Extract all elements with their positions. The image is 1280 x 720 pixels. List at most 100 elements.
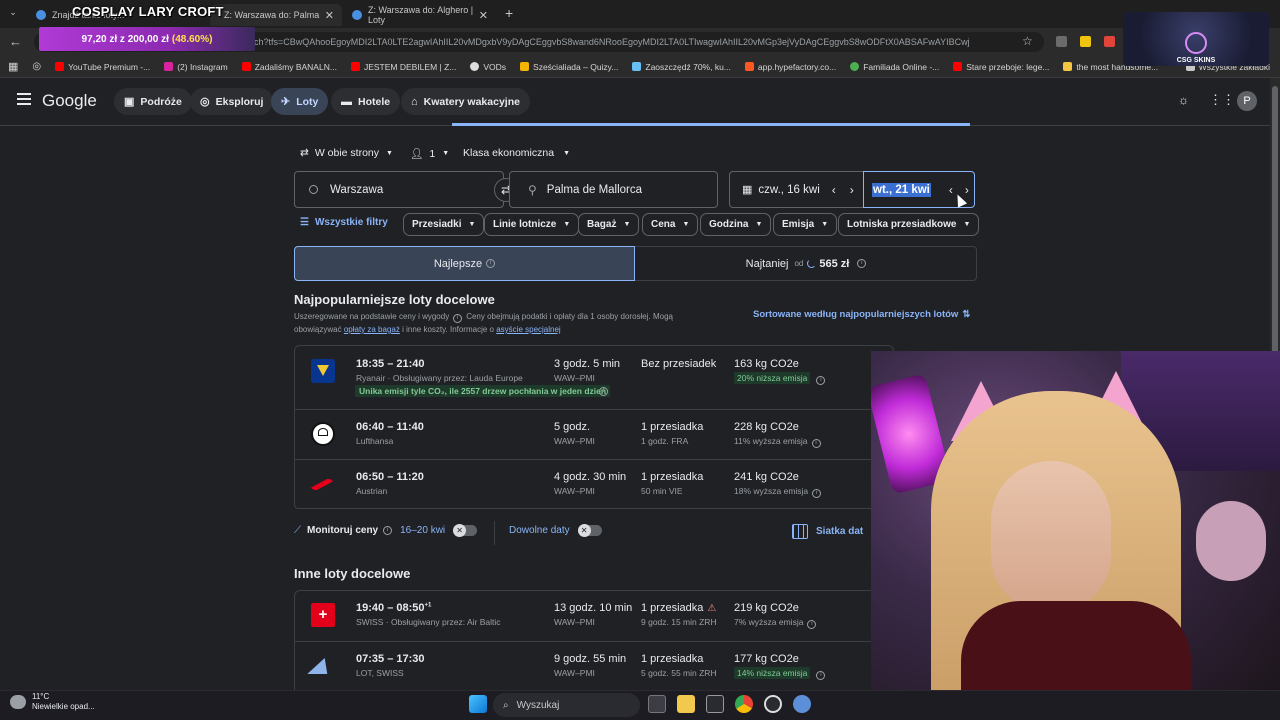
- bookmark-star-icon[interactable]: ☆: [1022, 34, 1033, 48]
- track-dates-toggle[interactable]: ✕: [453, 524, 478, 537]
- swiss-logo-icon: +: [311, 603, 335, 627]
- filter-time[interactable]: Godzina ▼: [700, 213, 772, 236]
- back-icon[interactable]: ←: [9, 34, 22, 49]
- prev-date-icon[interactable]: ‹: [949, 183, 953, 197]
- flight-row[interactable]: 18:35 – 21:40 Ryanair · Obsługiwany prze…: [295, 346, 895, 409]
- next-date-icon[interactable]: ›: [965, 183, 969, 197]
- bookmark-youtube[interactable]: Stare przeboje: lege...: [953, 62, 1049, 72]
- all-filters-button[interactable]: ☰ Wszystkie filtry: [300, 217, 388, 228]
- chrome-icon[interactable]: [735, 695, 753, 713]
- flight-duration: 4 godz. 30 min: [554, 471, 627, 483]
- flight-airline: SWISS · Obsługiwany przez: Air Baltic: [356, 617, 501, 627]
- baggage-fees-link[interactable]: opłaty za bagaż: [344, 325, 400, 334]
- google-logo[interactable]: Google: [42, 91, 97, 111]
- any-dates-toggle[interactable]: ✕: [577, 524, 602, 537]
- flight-duration: 5 godz.: [554, 421, 591, 433]
- extension-icon[interactable]: [1104, 36, 1115, 47]
- flight-row[interactable]: 06:50 – 11:20 Austrian 4 godz. 30 min WA…: [295, 459, 895, 509]
- google-apps-icon[interactable]: ⋮⋮: [1209, 92, 1235, 108]
- flight-row[interactable]: + 19:40 – 08:50+1 SWISS · Obsługiwany pr…: [295, 591, 895, 641]
- bookmark-steam[interactable]: Zaoszczędź 70%, ku...: [632, 62, 731, 72]
- nav-travel[interactable]: ▣ Podróże: [114, 88, 192, 115]
- task-view-icon[interactable]: [648, 695, 666, 713]
- tab-best[interactable]: Najlepsze i: [294, 246, 635, 281]
- bookmark-hypefactory[interactable]: app.hypefactory.co...: [744, 62, 836, 72]
- file-explorer-icon[interactable]: [677, 695, 695, 713]
- flight-airline: Ryanair · Obsługiwany przez: Lauda Europ…: [356, 373, 523, 383]
- filter-price[interactable]: Cena ▼: [642, 213, 699, 236]
- extension-icon[interactable]: [1080, 36, 1091, 47]
- info-icon[interactable]: i: [486, 259, 496, 268]
- nav-explore[interactable]: ◎ Eksploruj: [190, 88, 274, 115]
- sort-order-button[interactable]: Sortowane według najpopularniejszych lot…: [753, 309, 970, 320]
- tab-close-icon[interactable]: ✕: [325, 9, 334, 22]
- flight-co2: 241 kg CO2e: [734, 471, 799, 483]
- browser-tab[interactable]: Z: Warszawa do: Alghero | Loty ✕: [344, 4, 496, 26]
- tab-cheapest[interactable]: Najtaniej od 565 zł i: [635, 246, 977, 281]
- chrome-icon[interactable]: ◎: [32, 61, 41, 72]
- tab-close-icon[interactable]: ✕: [479, 9, 488, 22]
- info-icon[interactable]: i: [812, 489, 822, 498]
- depart-date-field[interactable]: ▦ czw., 16 kwi ‹ ›: [729, 171, 864, 208]
- swap-arrows-icon: ⇄: [300, 147, 309, 159]
- nav-vacation-rentals[interactable]: ⌂ Kwatery wakacyjne: [401, 88, 530, 115]
- results-title: Najpopularniejsze loty docelowe: [294, 292, 495, 307]
- bookmark-youtube[interactable]: JESTEM DEBILEM | Z...: [350, 62, 456, 72]
- info-icon[interactable]: i: [383, 526, 393, 535]
- flight-row[interactable]: 06:40 – 11:40 Lufthansa 5 godz. WAW–PMI …: [295, 409, 895, 459]
- start-icon[interactable]: [469, 695, 487, 713]
- browser-tab-active[interactable]: Z: Warszawa do: Palma de Mall... ✕: [210, 4, 342, 26]
- flight-duration: 3 godz. 5 min: [554, 358, 621, 370]
- filter-emissions[interactable]: Emisja ▼: [773, 213, 838, 236]
- menu-icon[interactable]: [17, 93, 31, 105]
- extension-icon[interactable]: [1056, 36, 1067, 47]
- filter-stops[interactable]: Przesiadki ▼: [403, 213, 485, 236]
- filter-bags[interactable]: Bagaż ▼: [578, 213, 640, 236]
- cabin-class-select[interactable]: Klasa ekonomiczna ▼: [463, 147, 570, 159]
- store-icon[interactable]: [706, 695, 724, 713]
- prev-date-icon[interactable]: ‹: [832, 183, 836, 197]
- weather-temp: 11°C: [32, 692, 50, 701]
- passengers-select[interactable]: 👤︎ 1 ▼: [410, 147, 449, 161]
- avatar[interactable]: P: [1237, 91, 1257, 111]
- bookmark-youtube[interactable]: YouTube Premium -...: [55, 62, 150, 72]
- flight-route: WAW–PMI: [554, 436, 595, 446]
- theme-icon[interactable]: ☼: [1178, 93, 1189, 107]
- cheapest-price: 565 zł: [819, 257, 850, 270]
- info-icon[interactable]: i: [816, 376, 826, 385]
- info-icon[interactable]: i: [807, 620, 817, 629]
- info-icon[interactable]: i: [811, 439, 821, 448]
- bookmark-instagram[interactable]: (2) Instagram: [164, 62, 228, 72]
- bookmark-youtube[interactable]: Zadaliśmy BANALN...: [241, 62, 337, 72]
- emission-note: Unika emisji tyle CO₂, ile 2557 drzew po…: [355, 385, 611, 397]
- info-icon[interactable]: i: [599, 387, 608, 396]
- new-tab-icon[interactable]: +: [505, 5, 513, 21]
- destination-field[interactable]: ⚲ Palma de Mallorca: [509, 171, 718, 208]
- trip-type-select[interactable]: ⇄ W obie strony ▼: [300, 147, 393, 159]
- settings-icon[interactable]: [793, 695, 811, 713]
- filter-airlines[interactable]: Linie lotnicze ▼: [484, 213, 580, 236]
- assistance-link[interactable]: asyście specjalnej: [496, 325, 560, 334]
- dropdown-icon: ▼: [386, 149, 393, 157]
- origin-field[interactable]: Warszawa: [294, 171, 504, 208]
- nav-flights[interactable]: ✈ Loty: [271, 88, 329, 115]
- obs-icon[interactable]: [764, 695, 782, 713]
- info-icon[interactable]: i: [453, 314, 463, 323]
- flight-row[interactable]: 07:35 – 17:30 LOT, SWISS 9 godz. 55 min …: [295, 641, 895, 691]
- next-date-icon[interactable]: ›: [850, 183, 854, 197]
- bookmark-vods[interactable]: VODs: [470, 62, 506, 72]
- filter-connecting-airports[interactable]: Lotniska przesiadkowe ▼: [838, 213, 980, 236]
- bookmarks-bar: ▦ ◎ YouTube Premium -... (2) Instagram Z…: [0, 56, 1280, 78]
- info-icon[interactable]: i: [816, 671, 826, 680]
- apps-icon[interactable]: ▦: [8, 60, 18, 73]
- webcam-streamer-face: [991, 461, 1111, 611]
- info-icon[interactable]: i: [857, 259, 867, 268]
- tab-title: Z: Warszawa do: Palma de Mall...: [224, 10, 322, 20]
- date-grid-button[interactable]: Siatka dat: [792, 524, 863, 539]
- tab-search-icon[interactable]: ⌄: [6, 7, 20, 21]
- nav-hotels[interactable]: ▬ Hotele: [331, 88, 401, 115]
- taskbar-search[interactable]: ⌕ Wyszukaj: [493, 693, 640, 717]
- bookmark-quiz[interactable]: Sześcialiada – Quizy...: [520, 62, 618, 72]
- weather-widget[interactable]: 11°C Niewielkie opad...: [10, 692, 95, 712]
- bookmark-familiada[interactable]: Familiada Online -...: [850, 62, 939, 72]
